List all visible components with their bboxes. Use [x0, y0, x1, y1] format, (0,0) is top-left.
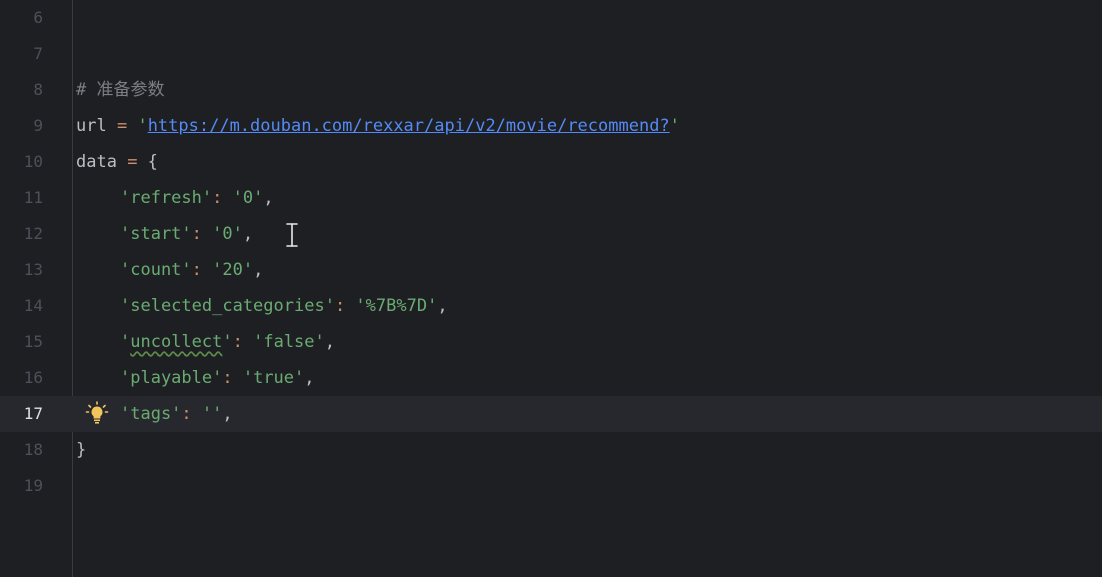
- code-line[interactable]: 7: [0, 36, 1102, 72]
- line-number[interactable]: 13: [0, 252, 43, 288]
- string-quote: ': [669, 116, 680, 136]
- code-content: 'refresh': '0',: [76, 180, 274, 216]
- colon: :: [334, 296, 356, 316]
- spellcheck-warning[interactable]: uncollect: [130, 332, 222, 352]
- dict-value: '0': [212, 224, 243, 244]
- comma: ,: [222, 404, 233, 424]
- code-line[interactable]: 19: [0, 468, 1102, 504]
- open-brace: {: [147, 152, 158, 172]
- code-content: 'playable': 'true',: [76, 360, 315, 396]
- code-content: }: [76, 432, 86, 468]
- code-line[interactable]: 11 'refresh': '0',: [0, 180, 1102, 216]
- code-content: url = 'https://m.douban.com/rexxar/api/v…: [76, 108, 680, 144]
- code-line[interactable]: 9 url = 'https://m.douban.com/rexxar/api…: [0, 108, 1102, 144]
- comma: ,: [263, 188, 274, 208]
- line-number[interactable]: 6: [0, 0, 43, 36]
- colon: :: [212, 188, 233, 208]
- code-line[interactable]: 14 'selected_categories': '%7B%7D',: [0, 288, 1102, 324]
- line-number[interactable]: 16: [0, 360, 43, 396]
- dict-value: 'false': [253, 332, 325, 352]
- code-line[interactable]: 6: [0, 0, 1102, 36]
- dict-key: 'refresh': [120, 188, 213, 208]
- line-number[interactable]: 9: [0, 108, 43, 144]
- comma: ,: [437, 296, 448, 316]
- assign-operator: =: [116, 152, 148, 172]
- colon: :: [191, 224, 213, 244]
- code-line[interactable]: 15 'uncollect': 'false',: [0, 324, 1102, 360]
- code-content: data = {: [76, 144, 158, 180]
- colon: :: [222, 368, 243, 388]
- line-number[interactable]: 17: [0, 396, 43, 432]
- dict-value: '': [201, 404, 223, 424]
- line-number[interactable]: 18: [0, 432, 43, 468]
- comma: ,: [242, 224, 254, 244]
- dict-value: '%7B%7D': [355, 296, 438, 316]
- code-content: 'selected_categories': '%7B%7D',: [76, 288, 448, 324]
- comment: # 准备参数: [76, 80, 165, 100]
- code-editor[interactable]: 6 7 8 # 准备参数 9 url = 'https://m.douban.c…: [0, 0, 1102, 577]
- line-number[interactable]: 15: [0, 324, 43, 360]
- text-cursor-icon: [284, 222, 300, 248]
- dict-value: '20': [212, 260, 254, 280]
- line-number[interactable]: 10: [0, 144, 43, 180]
- code-line[interactable]: 18 }: [0, 432, 1102, 468]
- code-line[interactable]: 10 data = {: [0, 144, 1102, 180]
- dict-key: 'count': [120, 260, 192, 280]
- line-number[interactable]: 19: [0, 468, 43, 504]
- code-content: 'count': '20',: [76, 252, 263, 288]
- current-code-line[interactable]: 17 'tags': '',: [0, 396, 1102, 432]
- dict-value: '0': [232, 188, 264, 208]
- colon: :: [191, 260, 213, 280]
- dict-key-quote: ': [120, 332, 131, 352]
- string-quote: ': [137, 116, 148, 136]
- dict-key: 'playable': [120, 368, 223, 388]
- comma: ,: [253, 260, 264, 280]
- line-number[interactable]: 14: [0, 288, 43, 324]
- close-brace: }: [76, 440, 87, 460]
- code-line[interactable]: 8 # 准备参数: [0, 72, 1102, 108]
- line-number[interactable]: 7: [0, 36, 43, 72]
- line-number[interactable]: 11: [0, 180, 43, 216]
- line-number[interactable]: 8: [0, 72, 43, 108]
- code-line[interactable]: 12 'start': '0',: [0, 216, 1102, 252]
- dict-key: 'tags': [120, 404, 182, 424]
- colon: :: [232, 332, 254, 352]
- url-link[interactable]: https://m.douban.com/rexxar/api/v2/movie…: [148, 116, 670, 136]
- comma: ,: [324, 332, 336, 352]
- dict-key-quote: ': [222, 332, 233, 352]
- dict-key: 'selected_categories': [120, 296, 335, 316]
- line-number[interactable]: 12: [0, 216, 43, 252]
- dict-key: 'start': [120, 224, 192, 244]
- code-line[interactable]: 16 'playable': 'true',: [0, 360, 1102, 396]
- colon: :: [181, 404, 202, 424]
- code-content: # 准备参数: [76, 72, 164, 108]
- dict-value: 'true': [242, 368, 305, 388]
- assign-operator: =: [106, 116, 138, 136]
- variable-name: url: [76, 116, 107, 136]
- comma: ,: [304, 368, 315, 388]
- variable-name: data: [76, 152, 117, 172]
- code-content: 'uncollect': 'false',: [76, 324, 335, 360]
- code-content: 'start': '0',: [76, 216, 253, 252]
- code-line[interactable]: 13 'count': '20',: [0, 252, 1102, 288]
- code-content: 'tags': '',: [76, 396, 233, 432]
